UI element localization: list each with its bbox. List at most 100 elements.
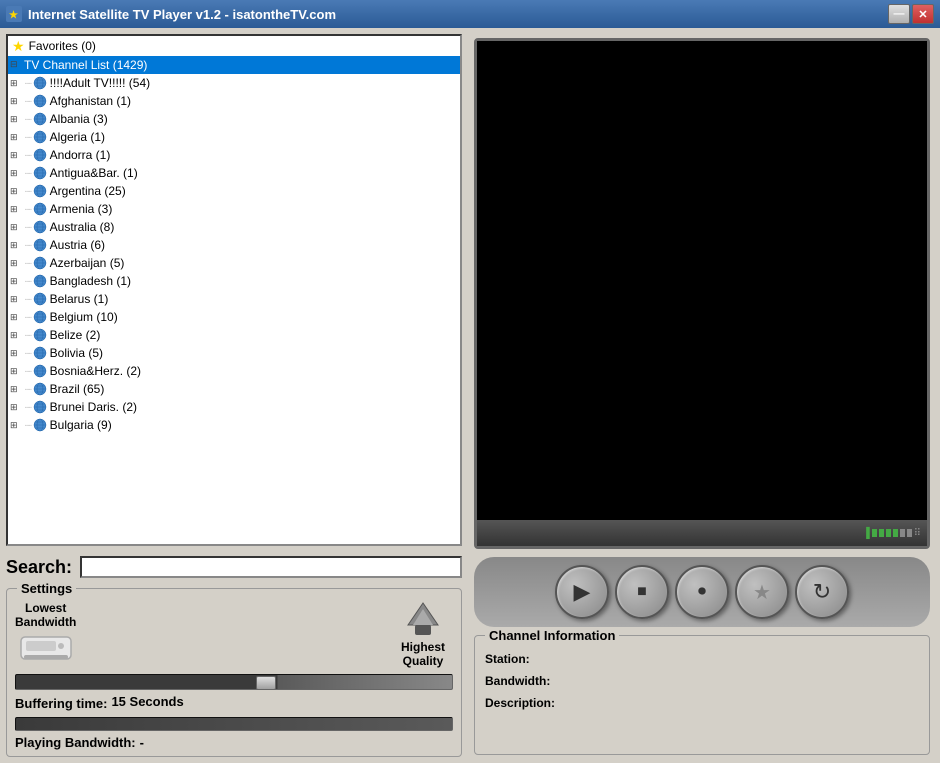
channel-info: Channel Information Station: Bandwidth: … bbox=[474, 635, 930, 755]
channel-item[interactable]: ⊞····· Bulgaria (9) bbox=[8, 416, 460, 434]
right-panel: ▐ ⠿ ▶ ■ ⏺ ★ bbox=[468, 28, 940, 763]
bw-slider[interactable] bbox=[15, 674, 453, 690]
buffering-label: Buffering time: bbox=[15, 696, 107, 711]
bandwidth-info-row: Bandwidth: bbox=[485, 674, 919, 688]
volume-grid-icon: ⠿ bbox=[914, 528, 921, 539]
channel-item-label: Bosnia&Herz. (2) bbox=[50, 364, 141, 378]
settings-title: Settings bbox=[17, 581, 76, 596]
description-label: Description: bbox=[485, 696, 575, 710]
channel-item[interactable]: ⊞····· Bangladesh (1) bbox=[8, 272, 460, 290]
channel-item[interactable]: ⊞····· Algeria (1) bbox=[8, 128, 460, 146]
channel-items: ⊞····· !!!!Adult TV!!!!! (54)⊞····· Afgh… bbox=[8, 74, 460, 434]
volume-icon: ▐ bbox=[863, 528, 870, 539]
search-label: Search: bbox=[6, 557, 72, 578]
stop-button[interactable]: ■ bbox=[615, 565, 669, 619]
vol-seg-4 bbox=[893, 529, 898, 537]
playing-bw-row: Playing Bandwidth: - bbox=[15, 735, 453, 750]
channel-item[interactable]: ⊞····· Austria (6) bbox=[8, 236, 460, 254]
channel-item[interactable]: ⊞····· Andorra (1) bbox=[8, 146, 460, 164]
modem-icon bbox=[16, 629, 76, 665]
channel-item-label: Albania (3) bbox=[50, 112, 108, 126]
channel-item-label: Armenia (3) bbox=[50, 202, 113, 216]
channel-item-label: Bolivia (5) bbox=[50, 346, 103, 360]
refresh-button[interactable]: ↻ bbox=[795, 565, 849, 619]
channel-item[interactable]: ⊞····· Brazil (65) bbox=[8, 380, 460, 398]
star-icon: ★ bbox=[12, 38, 25, 55]
titlebar: ★ Internet Satellite TV Player v1.2 - is… bbox=[0, 0, 940, 28]
close-button[interactable]: ✕ bbox=[912, 4, 934, 24]
expand-icon: ⊟ bbox=[10, 59, 22, 71]
favorites-item[interactable]: ★ Favorites (0) bbox=[8, 36, 460, 56]
bandwidth-row: LowestBandwidth HighestQua bbox=[15, 601, 453, 668]
lowest-bw-label: LowestBandwidth bbox=[15, 601, 76, 629]
bandwidth-info-label: Bandwidth: bbox=[485, 674, 575, 688]
channel-item[interactable]: ⊞····· Belarus (1) bbox=[8, 290, 460, 308]
highest-quality-label: HighestQuality bbox=[393, 640, 453, 668]
channel-item[interactable]: ⊞····· Azerbaijan (5) bbox=[8, 254, 460, 272]
channel-item[interactable]: ⊞····· Argentina (25) bbox=[8, 182, 460, 200]
channel-list-container: ★ Favorites (0) ⊟ TV Channel List (1429)… bbox=[6, 34, 462, 546]
record-button[interactable]: ⏺ bbox=[675, 565, 729, 619]
refresh-icon: ↻ bbox=[813, 579, 831, 605]
channel-info-title: Channel Information bbox=[485, 628, 619, 643]
main-container: ★ Favorites (0) ⊟ TV Channel List (1429)… bbox=[0, 28, 940, 763]
favorite-button[interactable]: ★ bbox=[735, 565, 789, 619]
vol-seg-1 bbox=[872, 529, 877, 537]
channel-item-label: Bulgaria (9) bbox=[50, 418, 112, 432]
channel-item[interactable]: ⊞····· Australia (8) bbox=[8, 218, 460, 236]
tv-channel-list-root[interactable]: ⊟ TV Channel List (1429) bbox=[8, 56, 460, 74]
channel-item-label: Azerbaijan (5) bbox=[50, 256, 125, 270]
buffering-value: 15 Seconds bbox=[111, 694, 183, 713]
channel-item[interactable]: ⊞····· Belize (2) bbox=[8, 326, 460, 344]
vol-seg-5 bbox=[900, 529, 905, 537]
vol-seg-2 bbox=[879, 529, 884, 537]
favorites-label: Favorites (0) bbox=[29, 39, 96, 53]
channel-item-label: Argentina (25) bbox=[50, 184, 126, 198]
channel-item-label: Brazil (65) bbox=[50, 382, 105, 396]
channel-item-label: !!!!Adult TV!!!!! (54) bbox=[50, 76, 150, 90]
playing-bw-slider[interactable] bbox=[15, 717, 453, 731]
search-input[interactable] bbox=[80, 556, 462, 578]
channel-item[interactable]: ⊞····· Armenia (3) bbox=[8, 200, 460, 218]
vol-seg-6 bbox=[907, 529, 912, 537]
channel-item[interactable]: ⊞····· Belgium (10) bbox=[8, 308, 460, 326]
channel-item[interactable]: ⊞····· Bosnia&Herz. (2) bbox=[8, 362, 460, 380]
left-panel: ★ Favorites (0) ⊟ TV Channel List (1429)… bbox=[0, 28, 468, 763]
buffering-row: Buffering time: 15 Seconds bbox=[15, 694, 453, 713]
video-controls-bar: ▐ ⠿ bbox=[477, 520, 927, 546]
channel-item[interactable]: ⊞····· !!!!Adult TV!!!!! (54) bbox=[8, 74, 460, 92]
channel-item-label: Brunei Daris. (2) bbox=[50, 400, 137, 414]
channel-item-label: Algeria (1) bbox=[50, 130, 105, 144]
search-bar: Search: bbox=[6, 552, 462, 582]
bw-slider-container bbox=[15, 674, 453, 690]
station-row: Station: bbox=[485, 652, 919, 666]
svg-text:★: ★ bbox=[9, 10, 18, 21]
channel-item[interactable]: ⊞····· Afghanistan (1) bbox=[8, 92, 460, 110]
video-screen bbox=[477, 41, 927, 546]
playing-bw-label: Playing Bandwidth: bbox=[15, 735, 136, 750]
bw-slider-thumb[interactable] bbox=[256, 676, 276, 690]
titlebar-left: ★ Internet Satellite TV Player v1.2 - is… bbox=[6, 6, 336, 22]
window-title: Internet Satellite TV Player v1.2 - isat… bbox=[28, 7, 336, 22]
description-row: Description: bbox=[485, 696, 919, 710]
vol-seg-3 bbox=[886, 529, 891, 537]
favorite-icon: ★ bbox=[753, 580, 771, 605]
channel-item-label: Belgium (10) bbox=[50, 310, 118, 324]
channel-item-label: Andorra (1) bbox=[50, 148, 111, 162]
settings-panel: Settings LowestBandwidth bbox=[6, 588, 462, 757]
channel-item[interactable]: ⊞····· Antigua&Bar. (1) bbox=[8, 164, 460, 182]
channel-item[interactable]: ⊞····· Brunei Daris. (2) bbox=[8, 398, 460, 416]
channel-item[interactable]: ⊞····· Albania (3) bbox=[8, 110, 460, 128]
minimize-button[interactable]: — bbox=[888, 4, 910, 24]
channel-list[interactable]: ★ Favorites (0) ⊟ TV Channel List (1429)… bbox=[8, 36, 460, 544]
channel-item-label: Antigua&Bar. (1) bbox=[50, 166, 138, 180]
video-container: ▐ ⠿ bbox=[474, 38, 930, 549]
channel-item-label: Australia (8) bbox=[50, 220, 115, 234]
stop-icon: ■ bbox=[637, 583, 647, 601]
station-label: Station: bbox=[485, 652, 575, 666]
play-button[interactable]: ▶ bbox=[555, 565, 609, 619]
channel-item[interactable]: ⊞····· Bolivia (5) bbox=[8, 344, 460, 362]
volume-bar: ▐ ⠿ bbox=[863, 528, 921, 539]
tower-icon bbox=[393, 601, 453, 637]
channel-item-label: Afghanistan (1) bbox=[50, 94, 131, 108]
